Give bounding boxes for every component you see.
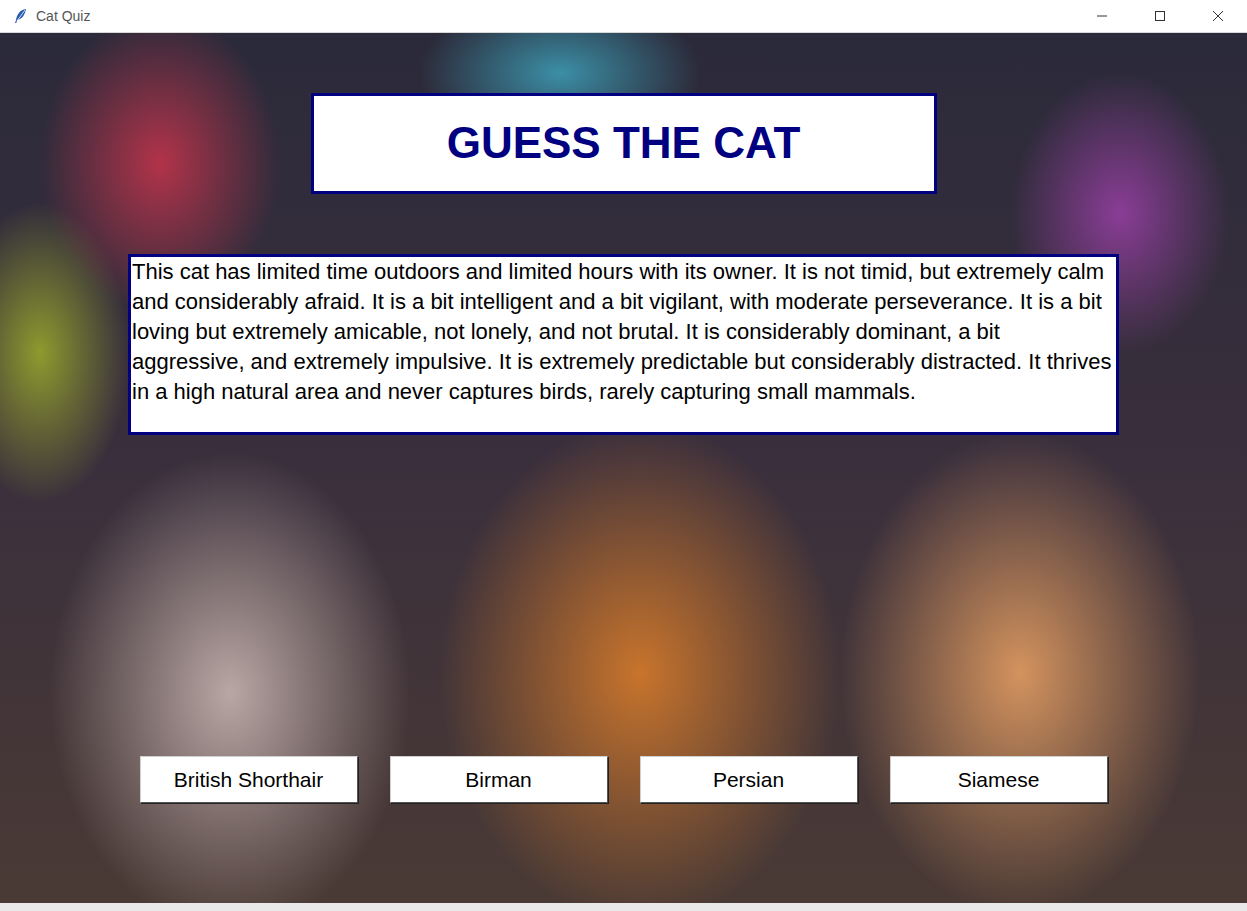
heading-box: GUESS THE CAT: [311, 93, 937, 194]
window-title: Cat Quiz: [36, 6, 90, 27]
heading: GUESS THE CAT: [447, 119, 801, 167]
window-controls: [1073, 0, 1247, 32]
maximize-icon[interactable]: [1131, 0, 1189, 32]
description: This cat has limited time outdoors and l…: [132, 257, 1115, 407]
close-icon[interactable]: [1189, 0, 1247, 32]
quiz-content: GUESS THE CAT This cat has limited time o…: [0, 33, 1247, 903]
minimize-icon[interactable]: [1073, 0, 1131, 32]
answer-row: British Shorthair Birman Persian Siamese: [140, 756, 1108, 803]
answer-button[interactable]: Siamese: [890, 756, 1108, 803]
answer-button[interactable]: Birman: [390, 756, 608, 803]
answer-button[interactable]: British Shorthair: [140, 756, 358, 803]
feather-icon: [14, 8, 28, 24]
window-bottom-edge: [0, 903, 1247, 911]
description-box: This cat has limited time outdoors and l…: [128, 254, 1119, 435]
answer-button[interactable]: Persian: [640, 756, 858, 803]
app-window: Cat Quiz GUESS THE CAT This cat has limite…: [0, 0, 1247, 911]
title-bar: Cat Quiz: [0, 0, 1247, 33]
quiz-canvas: GUESS THE CAT This cat has limited time o…: [0, 33, 1247, 903]
